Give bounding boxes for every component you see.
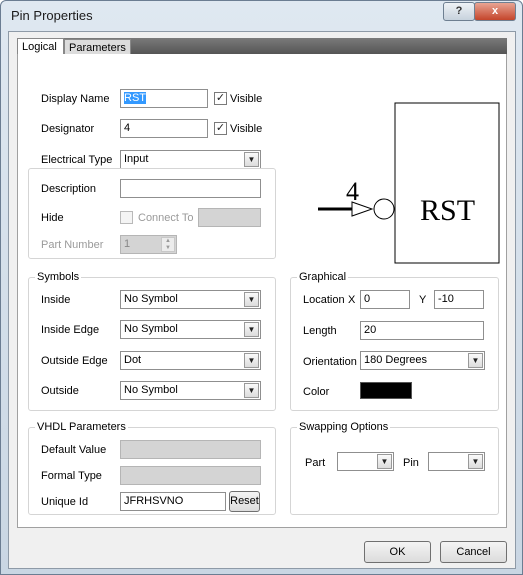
designator-visible-label: Visible: [230, 123, 263, 135]
part-number-stepper[interactable]: 1 ▲ ▼: [120, 235, 177, 254]
display-name-value: RST: [124, 92, 146, 104]
outside-edge-value: Dot: [124, 354, 142, 366]
formal-type-label: Formal Type: [41, 470, 102, 482]
hide-label: Hide: [41, 212, 64, 224]
tab-strip: Logical Parameters: [17, 38, 507, 56]
designator-input[interactable]: 4: [120, 119, 208, 138]
graphical-group-title: Graphical: [297, 271, 349, 283]
chevron-down-icon: ▼: [468, 353, 483, 368]
chevron-down-icon: ▼: [244, 322, 259, 337]
display-name-visible-checkbox[interactable]: ✓: [214, 92, 227, 105]
color-swatch[interactable]: [360, 382, 412, 399]
display-name-label: Display Name: [41, 93, 110, 105]
connect-to-input[interactable]: [198, 208, 261, 227]
chevron-down-icon: ▼: [244, 383, 259, 398]
outside-edge-select[interactable]: Dot ▼: [120, 351, 261, 370]
inside-edge-value: No Symbol: [124, 323, 178, 335]
pin-select[interactable]: ▼: [428, 452, 485, 471]
cancel-button[interactable]: Cancel: [440, 541, 507, 563]
inside-label: Inside: [41, 294, 71, 306]
inside-edge-select[interactable]: No Symbol ▼: [120, 320, 261, 339]
logical-page: Display Name RST ✓ Visible Designator 4 …: [17, 54, 507, 528]
pin-name-text: RST: [420, 194, 475, 227]
part-number-value: 1: [124, 238, 131, 250]
designator-visible-checkbox[interactable]: ✓: [214, 122, 227, 135]
location-x-input[interactable]: 0: [360, 290, 410, 309]
pin-label: Pin: [403, 457, 419, 469]
swapping-options-group: Swapping Options: [290, 421, 499, 515]
connect-to-label: Connect To: [138, 212, 194, 224]
orientation-select[interactable]: 180 Degrees ▼: [360, 351, 485, 370]
pin-properties-dialog: Pin Properties ? x Logical Parameters Di…: [0, 0, 523, 575]
tab-parameters[interactable]: Parameters: [64, 39, 131, 54]
ok-button[interactable]: OK: [364, 541, 431, 563]
part-select[interactable]: ▼: [337, 452, 394, 471]
display-name-input[interactable]: RST: [120, 89, 208, 108]
unique-id-label: Unique Id: [41, 496, 89, 508]
title-bar[interactable]: Pin Properties ? x: [1, 1, 522, 31]
description-input[interactable]: [120, 179, 261, 198]
part-label: Part: [305, 457, 326, 469]
outside-label: Outside: [41, 385, 79, 397]
spin-arrows-icon[interactable]: ▲ ▼: [161, 237, 175, 252]
display-name-visible-label: Visible: [230, 93, 263, 105]
location-x-label: X: [348, 294, 356, 306]
help-button[interactable]: ?: [443, 2, 475, 21]
dialog-client: Logical Parameters Display Name RST ✓ Vi…: [8, 31, 516, 569]
orientation-label: Orientation: [303, 356, 357, 368]
pin-preview: 4 RST: [292, 99, 501, 265]
close-button[interactable]: x: [474, 2, 516, 21]
pin-preview-drawing: 4 RST: [318, 102, 500, 264]
description-label: Description: [41, 183, 97, 195]
default-value-input[interactable]: [120, 440, 261, 459]
unique-id-input[interactable]: JFRHSVNO: [120, 492, 226, 511]
pin-number-text: 4: [346, 177, 359, 206]
designator-label: Designator: [41, 123, 95, 135]
chevron-down-icon: ▼: [244, 353, 259, 368]
formal-type-input[interactable]: [120, 466, 261, 485]
reset-button[interactable]: Reset: [229, 491, 260, 512]
dialog-title: Pin Properties: [11, 8, 93, 23]
symbols-group-title: Symbols: [35, 271, 82, 283]
inside-select[interactable]: No Symbol ▼: [120, 290, 261, 309]
chevron-down-icon: ▼: [468, 454, 483, 469]
hide-checkbox[interactable]: [120, 211, 133, 224]
chevron-down-icon: ▼: [244, 292, 259, 307]
length-label: Length: [303, 325, 337, 337]
default-value-label: Default Value: [41, 444, 107, 456]
outside-select[interactable]: No Symbol ▼: [120, 381, 261, 400]
inside-value: No Symbol: [124, 293, 178, 305]
orientation-value: 180 Degrees: [364, 354, 427, 366]
outside-value: No Symbol: [124, 384, 178, 396]
electrical-type-label: Electrical Type: [41, 154, 113, 166]
chevron-down-icon: ▼: [377, 454, 392, 469]
inside-edge-label: Inside Edge: [41, 324, 100, 336]
part-number-label: Part Number: [41, 239, 104, 251]
swapping-group-title: Swapping Options: [297, 421, 391, 433]
electrical-type-select[interactable]: Input ▼: [120, 150, 261, 169]
length-input[interactable]: 20: [360, 321, 484, 340]
component-body: [394, 102, 500, 264]
electrical-type-value: Input: [124, 153, 149, 165]
chevron-down-icon: ▼: [244, 152, 259, 167]
outside-edge-label: Outside Edge: [41, 355, 108, 367]
location-label: Location: [303, 294, 345, 306]
color-label: Color: [303, 386, 330, 398]
location-y-input[interactable]: -10: [434, 290, 484, 309]
inversion-dot-icon: [373, 198, 395, 220]
vhdl-group-title: VHDL Parameters: [35, 421, 128, 433]
location-y-label: Y: [419, 294, 427, 306]
